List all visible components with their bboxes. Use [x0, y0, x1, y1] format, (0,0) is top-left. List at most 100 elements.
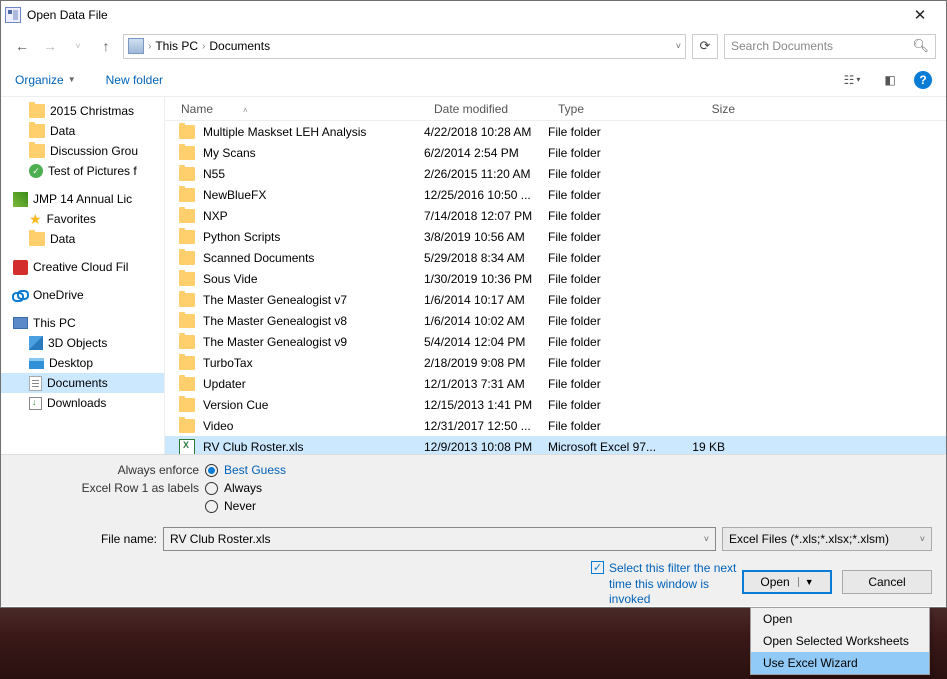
path-segment[interactable]: This PC [155, 39, 198, 53]
open-dropdown-menu[interactable]: OpenOpen Selected WorksheetsUse Excel Wi… [750, 607, 930, 675]
cancel-button[interactable]: Cancel [842, 570, 932, 594]
tree-item[interactable]: Data [1, 121, 164, 141]
dropdown-item[interactable]: Open [751, 608, 929, 630]
refresh-button[interactable]: ⟳ [692, 34, 718, 59]
file-row[interactable]: N552/26/2015 11:20 AMFile folder [165, 163, 946, 184]
file-row[interactable]: Version Cue12/15/2013 1:41 PMFile folder [165, 394, 946, 415]
chevron-icon: › [148, 41, 151, 52]
pc-icon [13, 317, 28, 329]
cell-name: TurboTax [203, 356, 424, 370]
folder-icon [179, 230, 195, 244]
tree-item-label: OneDrive [33, 288, 84, 302]
file-row[interactable]: NewBlueFX12/25/2016 10:50 ...File folder [165, 184, 946, 205]
cell-date: 12/9/2013 10:08 PM [424, 440, 548, 454]
cell-type: File folder [548, 125, 665, 139]
filename-input[interactable]: RV Club Roster.xls ˅ [163, 527, 716, 551]
col-date[interactable]: Date modified [424, 102, 548, 116]
preview-pane-button[interactable]: ◧ [876, 70, 904, 90]
navbar: ← → ˅ ↑ › This PC › Documents ˅ ⟳ Search… [1, 29, 946, 63]
file-row[interactable]: Sous Vide1/30/2019 10:36 PMFile folder [165, 268, 946, 289]
jmp-icon [13, 192, 28, 207]
folder-icon [179, 125, 195, 139]
help-button[interactable]: ? [914, 71, 932, 89]
tree-item[interactable]: Desktop [1, 353, 164, 373]
folder-icon [179, 167, 195, 181]
cell-date: 3/8/2019 10:56 AM [424, 230, 548, 244]
tree-item[interactable]: Creative Cloud Fil [1, 257, 164, 277]
tree-item[interactable]: OneDrive [1, 285, 164, 305]
radio-best-guess[interactable] [205, 464, 218, 477]
file-row[interactable]: NXP7/14/2018 12:07 PMFile folder [165, 205, 946, 226]
address-bar[interactable]: › This PC › Documents ˅ [123, 34, 686, 59]
cell-type: File folder [548, 356, 665, 370]
file-row[interactable]: Updater12/1/2013 7:31 AMFile folder [165, 373, 946, 394]
back-button[interactable]: ← [11, 35, 33, 57]
bottom-panel: Always enforce Best Guess Excel Row 1 as… [1, 454, 946, 606]
file-row[interactable]: Video12/31/2017 12:50 ...File folder [165, 415, 946, 436]
cell-type: File folder [548, 188, 665, 202]
file-row[interactable]: The Master Genealogist v71/6/2014 10:17 … [165, 289, 946, 310]
filetype-select[interactable]: Excel Files (*.xls;*.xlsx;*.xlsm) ˅ [722, 527, 932, 551]
file-row[interactable]: The Master Genealogist v95/4/2014 12:04 … [165, 331, 946, 352]
file-row[interactable]: Multiple Maskset LEH Analysis4/22/2018 1… [165, 121, 946, 142]
cell-type: File folder [548, 398, 665, 412]
cell-date: 1/30/2019 10:36 PM [424, 272, 548, 286]
close-button[interactable]: ✕ [898, 1, 942, 29]
obj3d-icon [29, 336, 43, 350]
path-segment[interactable]: Documents [209, 39, 270, 53]
cell-date: 12/31/2017 12:50 ... [424, 419, 548, 433]
filter-checkbox[interactable]: ✓ [591, 561, 604, 574]
cell-name: Video [203, 419, 424, 433]
tree-item[interactable]: Downloads [1, 393, 164, 413]
tree-item[interactable]: JMP 14 Annual Lic [1, 189, 164, 209]
folder-icon [179, 377, 195, 391]
new-folder-button[interactable]: New folder [106, 73, 163, 87]
tree-item[interactable]: This PC [1, 313, 164, 333]
col-name[interactable]: Name˄ [165, 102, 424, 116]
tree-item-label: This PC [33, 316, 76, 330]
tree-item[interactable]: ★Favorites [1, 209, 164, 229]
forward-button[interactable]: → [39, 35, 61, 57]
search-input[interactable]: Search Documents 🔍︎ [724, 34, 936, 59]
file-row[interactable]: Python Scripts3/8/2019 10:56 AMFile fold… [165, 226, 946, 247]
open-dropdown-arrow[interactable]: ▼ [798, 577, 814, 587]
file-row[interactable]: RV Club Roster.xls12/9/2013 10:08 PMMicr… [165, 436, 946, 454]
file-row[interactable]: My Scans6/2/2014 2:54 PMFile folder [165, 142, 946, 163]
dropdown-item[interactable]: Open Selected Worksheets [751, 630, 929, 652]
file-row[interactable]: Scanned Documents5/29/2018 8:34 AMFile f… [165, 247, 946, 268]
path-dropdown[interactable]: ˅ [676, 41, 681, 51]
open-button[interactable]: Open ▼ [742, 570, 832, 594]
radio-always[interactable] [205, 482, 218, 495]
filter-checkbox-label: Select this filter the next time this wi… [609, 561, 749, 608]
app-icon [5, 7, 21, 23]
chevron-down-icon[interactable]: ˅ [704, 534, 709, 544]
tree-item[interactable]: Discussion Grou [1, 141, 164, 161]
window-title: Open Data File [27, 8, 898, 22]
file-row[interactable]: The Master Genealogist v81/6/2014 10:02 … [165, 310, 946, 331]
cell-type: File folder [548, 272, 665, 286]
dropdown-item[interactable]: Use Excel Wizard [751, 652, 929, 674]
cell-name: Multiple Maskset LEH Analysis [203, 125, 424, 139]
folder-icon [179, 419, 195, 433]
enforce-label: Always enforce [15, 463, 199, 477]
recent-dropdown[interactable]: ˅ [67, 35, 89, 57]
cell-date: 12/15/2013 1:41 PM [424, 398, 548, 412]
radio-best-guess-label: Best Guess [224, 463, 286, 477]
tree-item[interactable]: 3D Objects [1, 333, 164, 353]
radio-never[interactable] [205, 500, 218, 513]
tree-item[interactable]: ✓Test of Pictures f [1, 161, 164, 181]
col-size[interactable]: Size [665, 102, 745, 116]
col-type[interactable]: Type [548, 102, 665, 116]
tree-item[interactable]: Data [1, 229, 164, 249]
folder-tree[interactable]: 2015 ChristmasDataDiscussion Grou✓Test o… [1, 97, 165, 454]
view-options[interactable]: ☷ ▾ [838, 70, 866, 90]
file-row[interactable]: TurboTax2/18/2019 9:08 PMFile folder [165, 352, 946, 373]
column-headers[interactable]: Name˄ Date modified Type Size [165, 97, 946, 121]
up-button[interactable]: ↑ [95, 35, 117, 57]
tree-item[interactable]: Documents [1, 373, 164, 393]
organize-button[interactable]: Organize▼ [15, 73, 76, 87]
tree-item-label: Test of Pictures f [48, 164, 137, 178]
tree-item[interactable]: 2015 Christmas [1, 101, 164, 121]
cell-name: The Master Genealogist v8 [203, 314, 424, 328]
file-rows[interactable]: Multiple Maskset LEH Analysis4/22/2018 1… [165, 121, 946, 454]
